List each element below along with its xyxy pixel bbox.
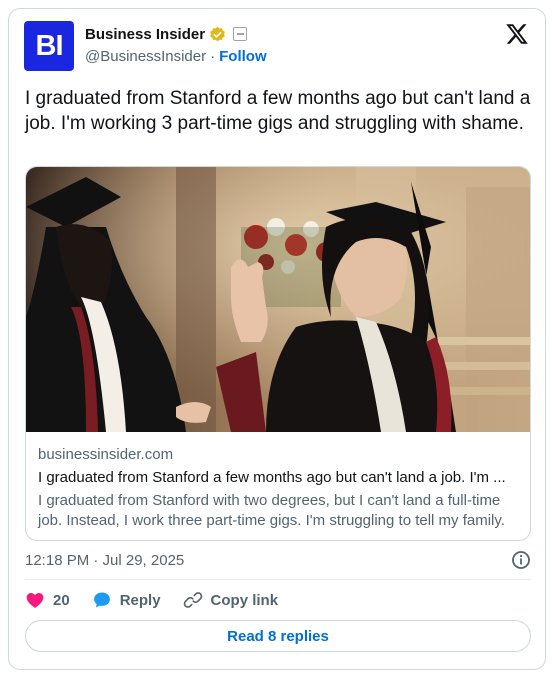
link-title: I graduated from Stanford a few months a… — [38, 469, 506, 486]
action-bar: 20 Reply Copy link — [25, 589, 300, 611]
author-handle[interactable]: @BusinessInsider — [85, 48, 206, 65]
link-domain: businessinsider.com — [38, 446, 174, 463]
copy-link-label: Copy link — [210, 591, 279, 609]
tweet-timestamp[interactable]: 12:18 PM · Jul 29, 2025 — [25, 552, 184, 569]
follow-button[interactable]: Follow — [219, 48, 267, 65]
author-block: Business Insider @BusinessInsider · Foll… — [85, 24, 267, 66]
reply-label: Reply — [119, 591, 161, 609]
author-handle-row: @BusinessInsider · Follow — [85, 46, 267, 66]
info-icon[interactable] — [511, 550, 531, 570]
author-name-row: Business Insider — [85, 24, 267, 44]
link-icon — [183, 592, 202, 608]
embedded-tweet-card: BI Business Insider @BusinessInsider · F… — [8, 8, 546, 670]
separator-dot: · — [210, 47, 216, 65]
reply-button[interactable]: Reply — [92, 590, 161, 610]
copy-link-button[interactable]: Copy link — [183, 590, 279, 610]
avatar-text: BI — [35, 29, 64, 62]
tweet-text: I graduated from Stanford a few months a… — [25, 88, 531, 134]
divider — [25, 579, 531, 580]
speech-bubble-icon — [93, 592, 110, 608]
heart-icon — [26, 593, 44, 608]
author-avatar[interactable]: BI — [24, 21, 74, 71]
link-preview-card[interactable]: businessinsider.com I graduated from Sta… — [25, 166, 531, 541]
timestamp-row: 12:18 PM · Jul 29, 2025 — [25, 549, 531, 571]
link-preview-meta: businessinsider.com I graduated from Sta… — [38, 445, 520, 531]
like-button[interactable]: 20 — [25, 590, 70, 610]
link-description: I graduated from Stanford with two degre… — [38, 492, 505, 529]
verified-badge-icon — [210, 26, 225, 41]
author-name[interactable]: Business Insider — [85, 26, 205, 43]
read-replies-button[interactable]: Read 8 replies — [25, 620, 531, 652]
article-photo — [26, 167, 530, 432]
affiliate-badge-icon — [233, 27, 248, 41]
x-logo-icon[interactable] — [505, 22, 529, 46]
like-count: 20 — [53, 591, 70, 609]
